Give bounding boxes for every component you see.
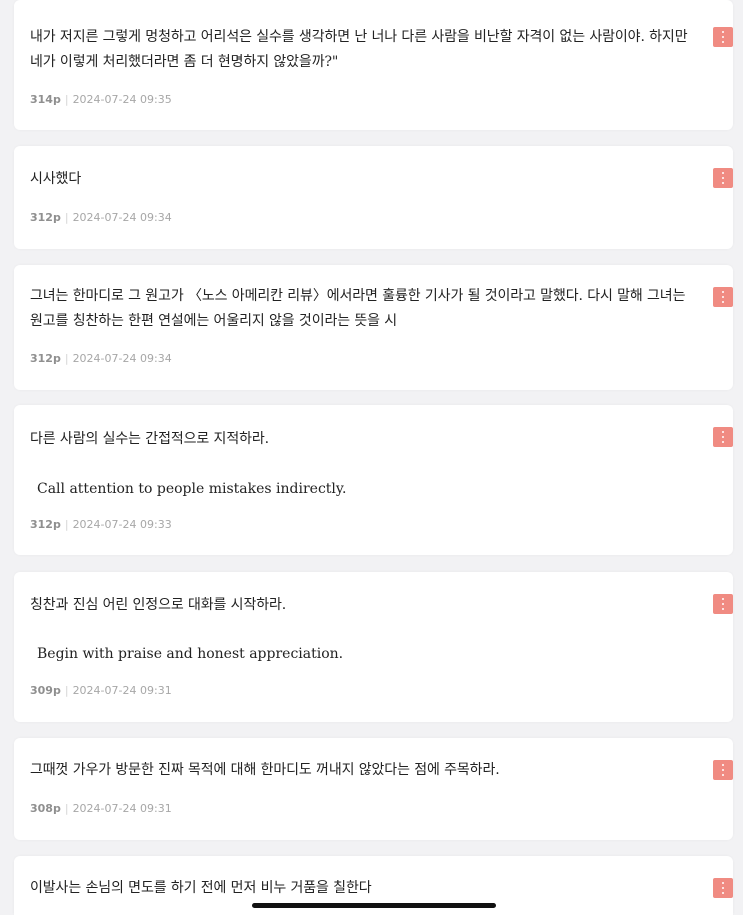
more-vertical-icon [722,31,724,43]
timestamp: 2024-07-24 09:31 [72,802,172,815]
highlight-text: 이발사는 손님의 면도를 하기 전에 먼저 비누 거품을 칠한다 [30,880,372,896]
highlight-text: 그녀는 한마디로 그 원고가 〈노스 아메리칸 리뷰〉에서라면 훌륭한 기사가 … [30,288,686,329]
highlight-text: 칭찬과 진심 어린 인정으로 대화를 시작하라. [30,597,287,613]
more-options-button[interactable] [713,27,733,47]
highlight-card[interactable]: 시사했다 312p | 2024-07-24 09:34 [14,146,733,249]
more-vertical-icon [722,598,724,610]
page-number: 312p [30,352,61,365]
highlight-text: 다른 사람의 실수는 간접적으로 지적하라. [30,431,270,447]
page-number: 309p [30,684,61,697]
timestamp: 2024-07-24 09:33 [72,518,172,531]
highlight-meta: 312p | 2024-07-24 09:33 [30,518,172,531]
home-indicator [252,903,496,908]
highlight-text: 내가 저지른 그렇게 멍청하고 어리석은 실수를 생각하면 난 너나 다른 사람… [30,29,688,70]
page-number: 308p [30,802,61,815]
highlight-quote: Call attention to people mistakes indire… [37,481,347,497]
highlight-meta: 308p | 2024-07-24 09:31 [30,802,172,815]
more-options-button[interactable] [713,168,733,188]
more-vertical-icon [722,291,724,303]
highlight-meta: 314p | 2024-07-24 09:35 [30,93,172,106]
timestamp: 2024-07-24 09:34 [72,211,172,224]
highlight-card[interactable]: 칭찬과 진심 어린 인정으로 대화를 시작하라. Begin with prai… [14,572,733,722]
page-number: 312p [30,518,61,531]
more-vertical-icon [722,764,724,776]
highlight-card[interactable]: 그녀는 한마디로 그 원고가 〈노스 아메리칸 리뷰〉에서라면 훌륭한 기사가 … [14,265,733,390]
highlight-card[interactable]: 내가 저지른 그렇게 멍청하고 어리석은 실수를 생각하면 난 너나 다른 사람… [14,0,733,130]
more-vertical-icon [722,882,724,894]
more-vertical-icon [722,172,724,184]
highlight-quote: Begin with praise and honest appreciatio… [37,646,344,662]
more-options-button[interactable] [713,878,733,898]
highlight-meta: 309p | 2024-07-24 09:31 [30,684,172,697]
highlight-meta: 312p | 2024-07-24 09:34 [30,352,172,365]
more-options-button[interactable] [713,427,733,447]
highlight-text: 그때껏 가우가 방문한 진짜 목적에 대해 한마디도 꺼내지 않았다는 점에 주… [30,762,500,778]
highlight-meta: 312p | 2024-07-24 09:34 [30,211,172,224]
highlight-card[interactable]: 다른 사람의 실수는 간접적으로 지적하라. Call attention to… [14,405,733,555]
highlight-text: 시사했다 [30,171,82,187]
timestamp: 2024-07-24 09:35 [72,93,172,106]
timestamp: 2024-07-24 09:31 [72,684,172,697]
page-number: 312p [30,211,61,224]
more-options-button[interactable] [713,594,733,614]
more-vertical-icon [722,431,724,443]
more-options-button[interactable] [713,760,733,780]
highlight-card[interactable]: 그때껏 가우가 방문한 진짜 목적에 대해 한마디도 꺼내지 않았다는 점에 주… [14,738,733,840]
page-number: 314p [30,93,61,106]
more-options-button[interactable] [713,287,733,307]
timestamp: 2024-07-24 09:34 [72,352,172,365]
